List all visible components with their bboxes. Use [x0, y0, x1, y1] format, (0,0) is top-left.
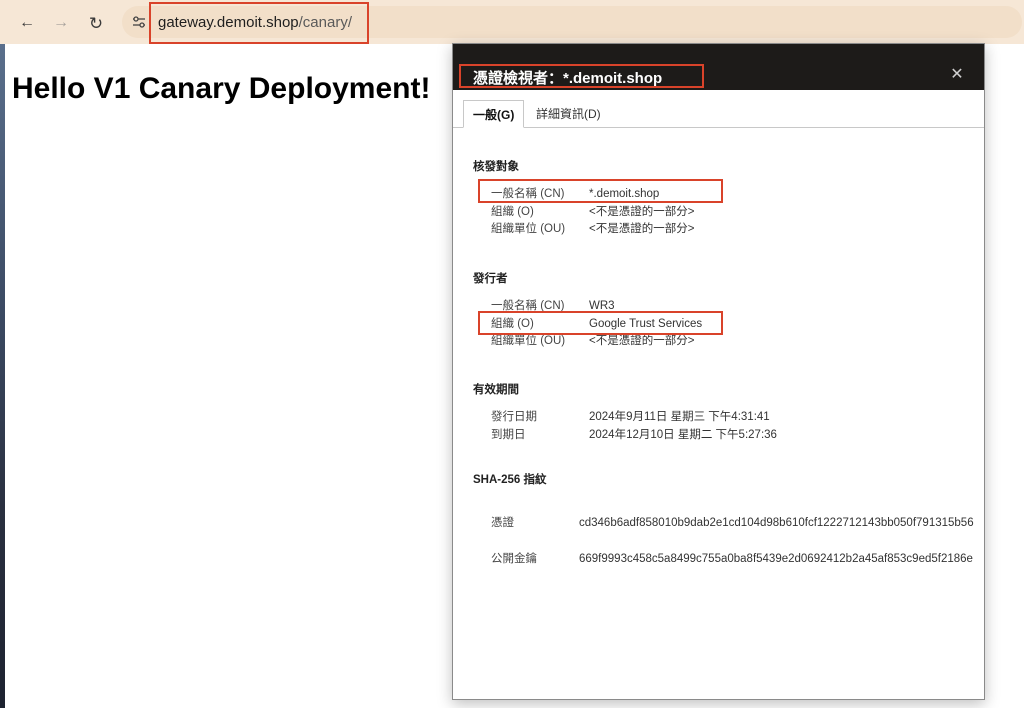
subject-ou-row: 組織單位 (OU) <不是憑證的一部分>	[491, 221, 951, 237]
page-heading: Hello V1 Canary Deployment!	[12, 72, 431, 105]
issuer-ou-row: 組織單位 (OU) <不是憑證的一部分>	[491, 333, 951, 349]
tab-details[interactable]: 詳細資訊(D)	[527, 100, 610, 128]
field-value: <不是憑證的一部分>	[589, 223, 695, 235]
field-value: 2024年12月10日 星期二 下午5:27:36	[589, 429, 777, 441]
field-label: 發行日期	[491, 411, 537, 423]
field-value: 669f9993c458c5a8499c755a0ba8f5439e2d0692…	[579, 553, 973, 565]
subject-o-row: 組織 (O) <不是憑證的一部分>	[491, 204, 951, 220]
field-value: <不是憑證的一部分>	[589, 335, 695, 347]
field-value: 2024年9月11日 星期三 下午4:31:41	[589, 411, 770, 423]
issuer-section-title: 發行者	[473, 273, 508, 285]
fingerprint-section-title: SHA-256 指紋	[473, 474, 547, 486]
issue-date-row: 發行日期 2024年9月11日 星期三 下午4:31:41	[491, 409, 951, 425]
reload-icon[interactable]: ↻	[85, 12, 107, 34]
field-label: 憑證	[491, 517, 514, 529]
back-icon[interactable]: ←	[16, 12, 38, 34]
field-label: 組織單位 (OU)	[491, 335, 566, 347]
field-value: WR3	[589, 300, 615, 312]
expiry-date-row: 到期日 2024年12月10日 星期二 下午5:27:36	[491, 427, 951, 443]
field-label: 組織 (O)	[491, 206, 534, 218]
field-value: Google Trust Services	[589, 318, 703, 330]
dialog-title: 憑證檢視者：*.demoit.shop	[473, 70, 663, 87]
close-icon[interactable]: ✕	[947, 65, 967, 85]
pubkey-fingerprint-row: 公開金鑰 669f9993c458c5a8499c755a0ba8f5439e2…	[491, 550, 981, 586]
dialog-tabs: 一般(G) 詳細資訊(D)	[453, 100, 984, 128]
url-path: /canary/	[298, 14, 352, 31]
field-value: cd346b6adf858010b9dab2e1cd104d98b610fcf1…	[579, 517, 974, 529]
issuer-o-row: 組織 (O) Google Trust Services	[491, 316, 951, 332]
field-label: 到期日	[491, 429, 526, 441]
issuer-cn-row: 一般名稱 (CN) WR3	[491, 298, 951, 314]
field-value: <不是憑證的一部分>	[589, 206, 695, 218]
site-info-icon[interactable]	[126, 10, 152, 34]
subject-section-title: 核發對象	[473, 161, 519, 173]
field-label: 一般名稱 (CN)	[491, 300, 565, 312]
validity-section-title: 有效期間	[473, 384, 519, 396]
url-text[interactable]: gateway.demoit.shop/canary/	[158, 14, 352, 31]
field-value: *.demoit.shop	[589, 188, 660, 200]
forward-icon[interactable]: →	[50, 12, 72, 34]
url-host: gateway.demoit.shop	[158, 14, 299, 31]
subject-cn-row: 一般名稱 (CN) *.demoit.shop	[491, 186, 951, 202]
field-label: 組織單位 (OU)	[491, 223, 566, 235]
tab-general[interactable]: 一般(G)	[463, 100, 525, 128]
dialog-header: 憑證檢視者：*.demoit.shop ✕	[453, 44, 984, 90]
certificate-viewer-dialog: 憑證檢視者：*.demoit.shop ✕ 一般(G) 詳細資訊(D) 核發對象…	[452, 43, 985, 700]
cert-fingerprint-row: 憑證 cd346b6adf858010b9dab2e1cd104d98b610f…	[491, 514, 981, 550]
desktop-background-strip	[0, 44, 5, 708]
tune-icon	[133, 16, 145, 28]
field-label: 組織 (O)	[491, 318, 534, 330]
field-label: 一般名稱 (CN)	[491, 188, 565, 200]
field-label: 公開金鑰	[491, 553, 537, 565]
